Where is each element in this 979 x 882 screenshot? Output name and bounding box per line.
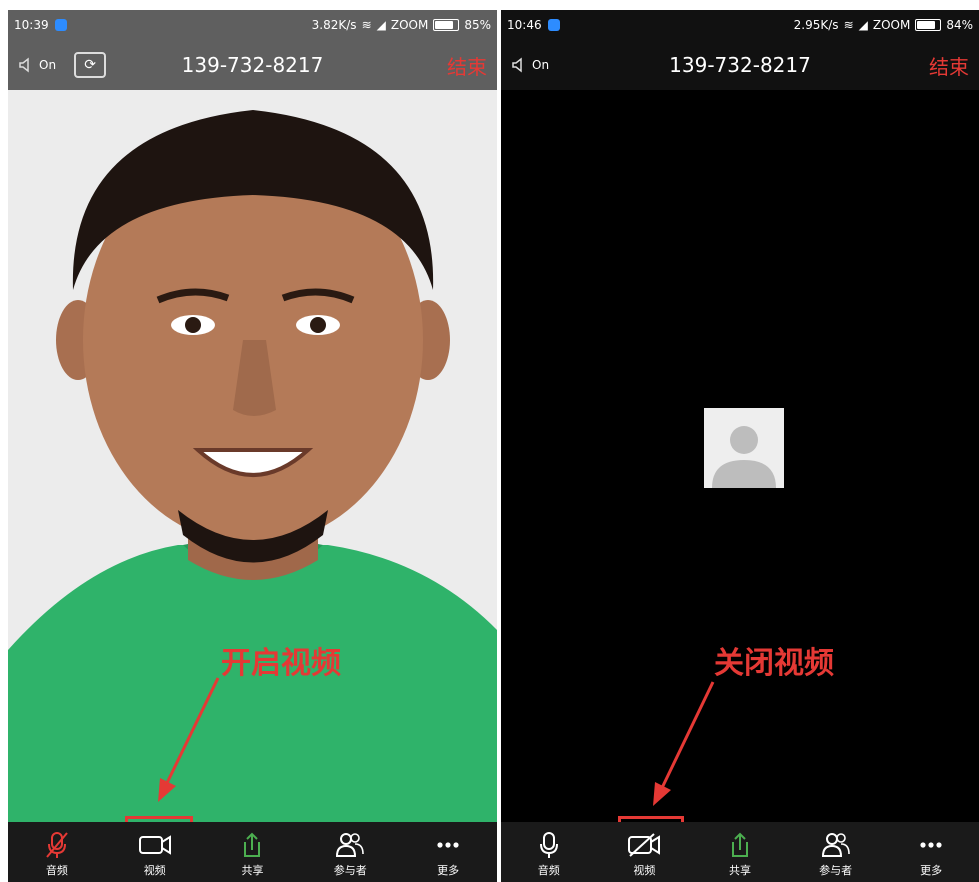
right-phone-screen: 10:46 2.95K/s ≋ ◢ ZOOM 84% On 139-732-82… bbox=[501, 10, 979, 882]
annotation-arrow bbox=[158, 677, 220, 802]
left-phone-screen: 10:39 3.82K/s ≋ ◢ ZOOM 85% On ⟳ 139-732-… bbox=[8, 10, 497, 882]
annotation-arrow bbox=[653, 681, 715, 806]
